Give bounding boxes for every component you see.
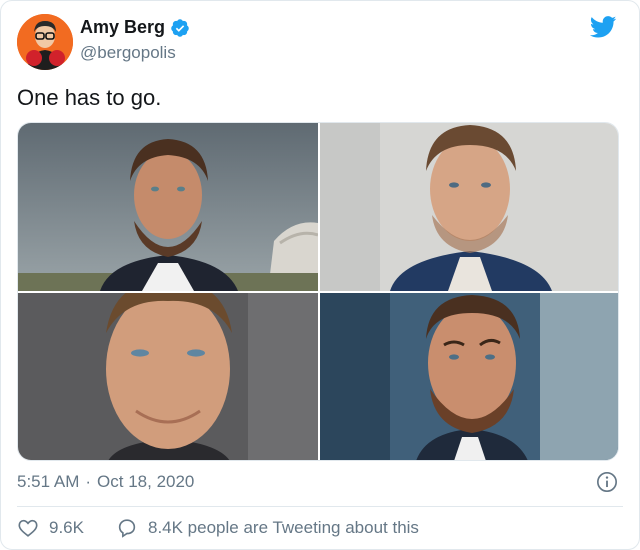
tweet-time[interactable]: 5:51 AM bbox=[17, 472, 79, 492]
author-handle[interactable]: @bergopolis bbox=[80, 43, 176, 63]
tweet-card: Amy Berg @bergopolis One has to go. 5:51… bbox=[0, 0, 640, 550]
tweet-timestamp[interactable]: 5:51 AM · Oct 18, 2020 bbox=[17, 472, 194, 492]
tweet-actions: 9.6K 8.4K people are Tweeting about this bbox=[17, 517, 419, 539]
author-name-row[interactable]: Amy Berg bbox=[80, 17, 190, 38]
man-with-stubble-portrait-photo[interactable] bbox=[320, 123, 618, 291]
twitter-bird-icon[interactable] bbox=[590, 16, 617, 38]
timestamp-separator: · bbox=[85, 472, 92, 491]
like-button[interactable]: 9.6K bbox=[17, 517, 84, 539]
heart-icon bbox=[18, 519, 38, 537]
tweeting-link[interactable]: 8.4K people are Tweeting about this bbox=[116, 517, 419, 539]
tweet-date[interactable]: Oct 18, 2020 bbox=[97, 472, 194, 492]
tweet-text: One has to go. bbox=[17, 85, 162, 110]
man-with-beard-raised-brow-photo[interactable] bbox=[320, 293, 618, 460]
author-display-name[interactable]: Amy Berg bbox=[80, 17, 165, 38]
author-avatar[interactable] bbox=[17, 14, 73, 70]
like-count: 9.6K bbox=[49, 518, 84, 537]
verified-badge-icon bbox=[171, 18, 189, 37]
man-with-beard-outdoor-photo[interactable] bbox=[18, 123, 318, 291]
boxing-avatar-icon bbox=[17, 14, 73, 70]
speech-bubble-icon bbox=[118, 519, 136, 538]
tweeting-text[interactable]: 8.4K people are Tweeting about this bbox=[148, 518, 419, 538]
info-icon[interactable] bbox=[596, 471, 618, 493]
media-grid bbox=[17, 122, 619, 461]
man-close-up-photo[interactable] bbox=[18, 293, 318, 460]
footer-divider bbox=[17, 506, 623, 507]
